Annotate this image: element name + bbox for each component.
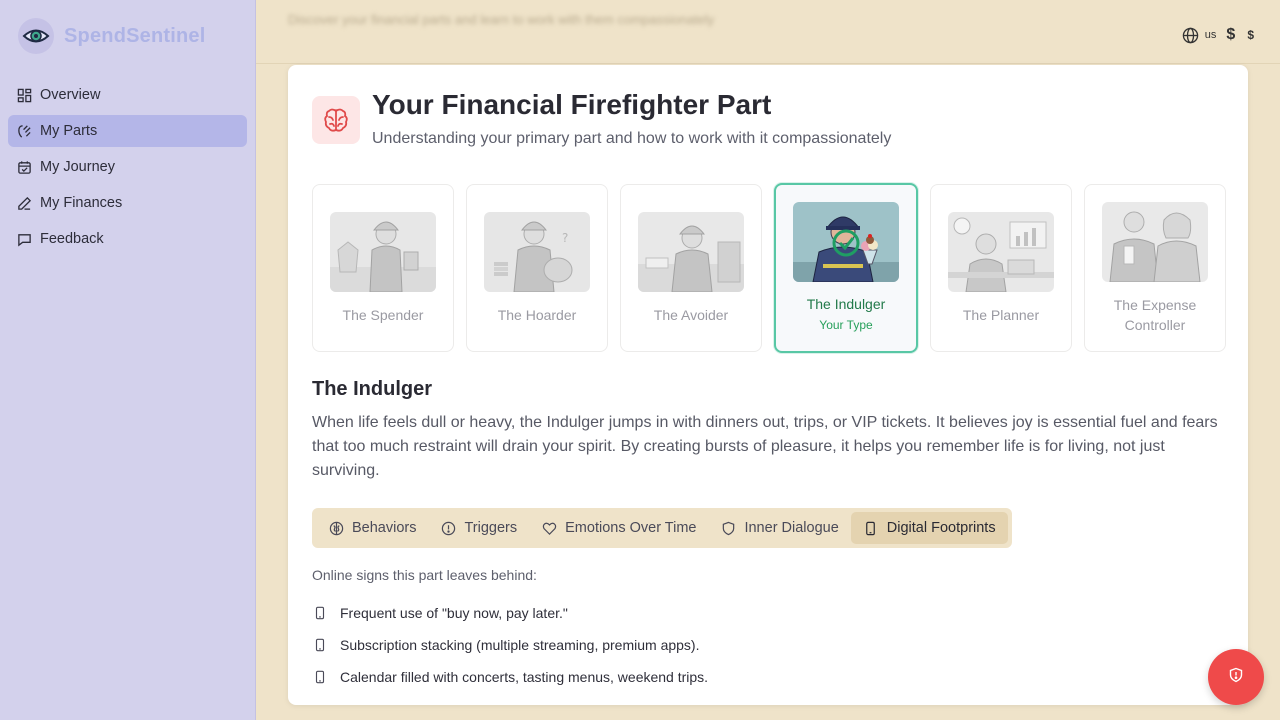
locale-label[interactable]: us bbox=[1205, 29, 1217, 41]
brand-name: SpendSentinel bbox=[64, 24, 206, 47]
sidebar-nav: Overview My Parts My Journey My Finances… bbox=[8, 79, 247, 259]
topbar-controls: us $ $ bbox=[1176, 26, 1254, 44]
sidebar-item-overview[interactable]: Overview bbox=[8, 79, 247, 111]
tab-behaviors[interactable]: Behaviors bbox=[316, 512, 428, 544]
type-name: The Avoider bbox=[653, 307, 729, 323]
tab-inner-dialogue[interactable]: Inner Dialogue bbox=[708, 512, 850, 544]
sidebar-item-feedback[interactable]: Feedback bbox=[8, 223, 247, 255]
tab-label: Inner Dialogue bbox=[744, 520, 839, 536]
sidebar-item-label: Overview bbox=[40, 87, 101, 103]
shield-alert-icon bbox=[1228, 667, 1244, 688]
dashboard-icon bbox=[16, 87, 32, 103]
list-item: Subscription stacking (multiple streamin… bbox=[312, 629, 708, 661]
type-name: The Spender bbox=[342, 307, 424, 323]
type-card-expense-controller[interactable]: The Expense Controller bbox=[1084, 184, 1226, 352]
spender-illustration bbox=[330, 212, 436, 292]
tab-triggers[interactable]: Triggers bbox=[428, 512, 529, 544]
smartphone-icon bbox=[312, 605, 328, 621]
smartphone-icon bbox=[312, 637, 328, 653]
avoider-illustration bbox=[638, 212, 744, 292]
detail-tabs: Behaviors Triggers Emotions Over Time In… bbox=[312, 508, 1012, 548]
list-item: Frequent use of "buy now, pay later." bbox=[312, 597, 708, 629]
sidebar-item-label: My Parts bbox=[40, 123, 98, 139]
sidebar-item-label: My Journey bbox=[40, 159, 115, 175]
heart-icon bbox=[541, 520, 557, 536]
page-title: Your Financial Firefighter Part bbox=[372, 89, 772, 120]
shield-icon bbox=[720, 520, 736, 536]
list-item-text: Subscription stacking (multiple streamin… bbox=[340, 637, 700, 653]
type-card-hoarder[interactable]: ? The Hoarder bbox=[466, 184, 608, 352]
sidebar-item-label: Feedback bbox=[40, 231, 104, 247]
expense-controller-illustration bbox=[1102, 202, 1208, 282]
main-card: Your Financial Firefighter Part Understa… bbox=[288, 65, 1248, 705]
tab-label: Digital Footprints bbox=[886, 520, 996, 536]
sidebar-item-my-parts[interactable]: My Parts bbox=[8, 115, 247, 147]
type-selector: The Spender ? The Hoarder The Avoider Th… bbox=[312, 183, 1226, 353]
sidebar-item-label: My Finances bbox=[40, 195, 123, 211]
footprints-intro: Online signs this part leaves behind: bbox=[312, 567, 537, 583]
currency-label[interactable]: $ bbox=[1247, 28, 1254, 42]
indulger-illustration bbox=[793, 202, 899, 282]
planner-illustration bbox=[948, 212, 1054, 292]
section-description: When life feels dull or heavy, the Indul… bbox=[312, 414, 1218, 479]
type-name: The Planner bbox=[962, 307, 1040, 323]
smartphone-icon bbox=[863, 520, 879, 536]
brain-icon bbox=[312, 96, 360, 144]
brand[interactable]: SpendSentinel bbox=[18, 18, 206, 54]
sidebar-item-my-finances[interactable]: My Finances bbox=[8, 187, 247, 219]
page-subtitle: Understanding your primary part and how … bbox=[372, 130, 892, 147]
type-card-avoider[interactable]: The Avoider bbox=[620, 184, 762, 352]
tab-emotions-over-time[interactable]: Emotions Over Time bbox=[529, 512, 708, 544]
your-type-badge: Your Type bbox=[819, 318, 873, 332]
type-card-spender[interactable]: The Spender bbox=[312, 184, 454, 352]
message-icon bbox=[16, 231, 32, 247]
sidebar-item-my-journey[interactable]: My Journey bbox=[8, 151, 247, 183]
tab-label: Triggers bbox=[464, 520, 518, 536]
currency-button[interactable]: $ bbox=[1226, 26, 1235, 44]
brain-icon bbox=[328, 520, 344, 536]
list-item-text: Calendar filled with concerts, tasting m… bbox=[340, 669, 709, 685]
smartphone-icon bbox=[312, 669, 328, 685]
topbar: Discover your financial parts and learn … bbox=[256, 0, 1280, 64]
alert-circle-icon bbox=[440, 520, 456, 536]
hoarder-illustration: ? bbox=[484, 212, 590, 292]
tab-digital-footprints[interactable]: Digital Footprints bbox=[850, 512, 1008, 544]
tab-label: Behaviors bbox=[352, 520, 417, 536]
list-item-text: Frequent use of "buy now, pay later." bbox=[340, 605, 568, 621]
eye-icon bbox=[18, 18, 54, 54]
emergency-help-button[interactable] bbox=[1208, 649, 1264, 705]
brain-parts-icon bbox=[16, 123, 32, 139]
calendar-icon bbox=[16, 159, 32, 175]
pencil-icon bbox=[16, 195, 32, 211]
type-name: The Expense Controller bbox=[1113, 297, 1197, 333]
svg-text:?: ? bbox=[562, 231, 568, 245]
topbar-message: Discover your financial parts and learn … bbox=[288, 12, 715, 27]
list-item: Calendar filled with concerts, tasting m… bbox=[312, 661, 708, 693]
section-title: The Indulger bbox=[312, 378, 432, 400]
footprints-list: Frequent use of "buy now, pay later." Su… bbox=[312, 597, 708, 693]
type-card-planner[interactable]: The Planner bbox=[930, 184, 1072, 352]
type-card-indulger[interactable]: The Indulger Your Type bbox=[774, 183, 918, 353]
sidebar: SpendSentinel Overview My Parts My Journ… bbox=[0, 0, 256, 720]
type-name: The Indulger bbox=[806, 296, 886, 312]
tab-label: Emotions Over Time bbox=[565, 520, 697, 536]
type-name: The Hoarder bbox=[497, 307, 577, 323]
globe-icon[interactable] bbox=[1182, 27, 1199, 44]
